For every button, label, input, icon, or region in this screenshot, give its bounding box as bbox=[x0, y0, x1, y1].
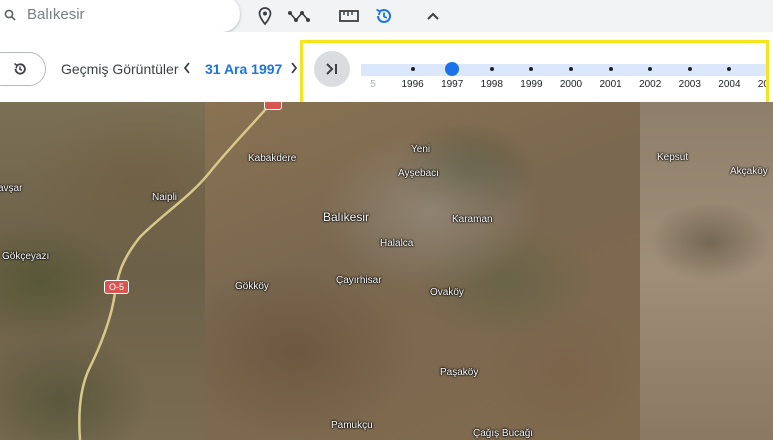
timeline-year-label: 1998 bbox=[480, 79, 503, 90]
timeline-dot[interactable] bbox=[608, 67, 613, 71]
place-label: avşar bbox=[0, 183, 23, 194]
place-label: Yeni bbox=[411, 144, 431, 155]
chevron-left-icon[interactable] bbox=[179, 58, 195, 78]
place-label: Gökköy bbox=[235, 281, 269, 292]
place-label: Kepsut bbox=[657, 152, 689, 163]
timeline-year-label: 2002 bbox=[639, 79, 662, 90]
historical-imagery-label: Geçmiş Görüntüler bbox=[61, 61, 179, 77]
timeline-dot[interactable] bbox=[410, 67, 415, 71]
place-label: Paşaköy bbox=[440, 367, 479, 378]
selected-date: 31 Ara 1997 bbox=[205, 61, 283, 77]
history-clock-icon bbox=[14, 62, 26, 75]
search-icon[interactable] bbox=[4, 8, 16, 26]
satellite-map[interactable]: O-5 Kabakdere Yeni Ayşebacı Kepsut Akçak… bbox=[0, 102, 773, 440]
place-label: Ovaköy bbox=[430, 287, 464, 298]
road-shield: O-5 bbox=[104, 280, 130, 294]
ruler-icon[interactable] bbox=[337, 4, 361, 28]
timeline-dot[interactable] bbox=[489, 67, 494, 71]
timeline-dot[interactable] bbox=[569, 67, 573, 71]
year-timeline[interactable]: 5 1996 1997 1998 1999 2000 2001 2002 2003 2004 200… bbox=[300, 40, 769, 111]
place-label: Akçaköy bbox=[730, 166, 768, 177]
place-label: Naipli bbox=[152, 192, 178, 203]
timeline-year-label: 2005 bbox=[757, 79, 769, 90]
chevron-up-icon[interactable] bbox=[421, 4, 445, 28]
timeline-year-label: 2004 bbox=[718, 79, 741, 90]
timeline-year-label: 1999 bbox=[520, 79, 543, 90]
jump-to-latest-button[interactable] bbox=[314, 51, 350, 87]
timeline-year-label: 2003 bbox=[678, 79, 701, 90]
pin-icon[interactable] bbox=[253, 4, 277, 28]
timeline-dot[interactable] bbox=[767, 67, 769, 71]
search-box[interactable] bbox=[0, 0, 240, 32]
place-label: Gökçeyazı bbox=[2, 251, 50, 262]
skip-to-end-icon bbox=[326, 63, 337, 75]
place-label: Kabakdere bbox=[248, 153, 297, 164]
place-label: Halalca bbox=[380, 238, 414, 249]
history-toggle-button[interactable] bbox=[0, 52, 46, 86]
place-label-city: Balıkesir bbox=[323, 210, 370, 224]
place-label: Karaman bbox=[452, 214, 493, 225]
timeline-year-label: 2001 bbox=[599, 79, 622, 90]
timeline-year-label: 1997 bbox=[441, 79, 464, 90]
place-label: Çayırhisar bbox=[336, 275, 382, 286]
timeline-dot[interactable] bbox=[687, 67, 692, 71]
timeline-year-label: 5 bbox=[370, 79, 376, 90]
place-label: Pamukçu bbox=[331, 420, 373, 431]
place-label: Çağış Bucağı bbox=[473, 428, 534, 439]
timeline-year-label: 1996 bbox=[401, 79, 424, 90]
history-icon[interactable] bbox=[372, 4, 396, 28]
timeline-year-label: 2000 bbox=[559, 79, 583, 90]
top-toolbar bbox=[0, 0, 773, 32]
search-input[interactable] bbox=[27, 6, 217, 23]
timeline-track[interactable] bbox=[361, 64, 766, 76]
road-shield-top bbox=[264, 102, 282, 110]
route-icon[interactable] bbox=[287, 4, 311, 28]
place-label: Ayşebacı bbox=[398, 168, 439, 179]
